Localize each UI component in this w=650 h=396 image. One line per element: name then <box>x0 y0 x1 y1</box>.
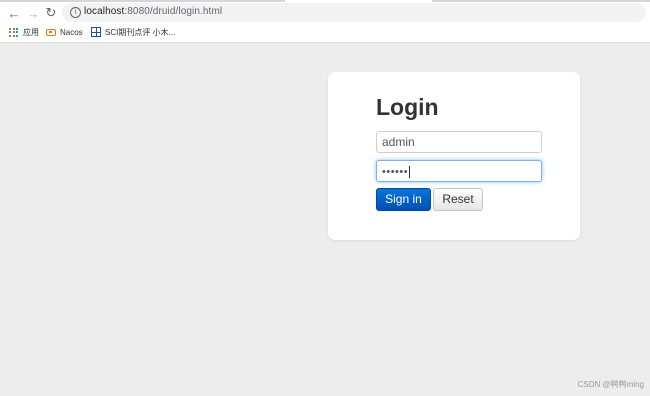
bookmark-apps[interactable]: 应用 <box>9 25 39 39</box>
tab-strip-edge <box>432 0 650 2</box>
sci-icon <box>91 27 101 37</box>
reload-icon[interactable]: ↻ <box>43 5 59 21</box>
url-host: localhost <box>84 6 125 17</box>
address-bar[interactable]: i localhost:8080/druid/login.html <box>62 3 646 22</box>
password-input[interactable]: •••••• <box>376 160 542 182</box>
text-caret <box>409 165 411 178</box>
bookmark-nacos[interactable]: Nacos <box>46 25 83 39</box>
bookmark-label: Nacos <box>60 27 83 37</box>
nacos-icon <box>46 28 56 36</box>
login-card: Login admin •••••• Sign in Reset <box>328 72 580 240</box>
password-mask: •••••• <box>382 166 409 178</box>
apps-grid-icon <box>9 27 18 37</box>
url-text[interactable]: localhost:8080/druid/login.html <box>84 6 222 17</box>
bookmark-label: 应用 <box>23 27 39 37</box>
watermark-text: CSDN @鸭鸭ming <box>577 380 644 389</box>
login-title: Login <box>376 94 439 120</box>
back-arrow-icon[interactable]: ← <box>6 5 22 21</box>
username-input[interactable]: admin <box>376 131 542 153</box>
bookmark-sci[interactable]: SCI期刊点评 小木... <box>91 25 175 39</box>
tab-strip-edge <box>0 0 285 2</box>
info-icon[interactable]: i <box>70 7 81 18</box>
url-path: :8080/druid/login.html <box>124 6 223 17</box>
bookmark-label: SCI期刊点评 小木... <box>105 27 176 37</box>
signin-button[interactable]: Sign in <box>376 188 431 211</box>
forward-arrow-icon[interactable]: → <box>25 5 41 21</box>
browser-toolbar: ← → ↻ i localhost:8080/druid/login.html … <box>0 0 650 43</box>
bookmarks-bar: 应用 Nacos SCI期刊点评 小木... <box>0 25 650 39</box>
reset-button[interactable]: Reset <box>433 188 483 211</box>
